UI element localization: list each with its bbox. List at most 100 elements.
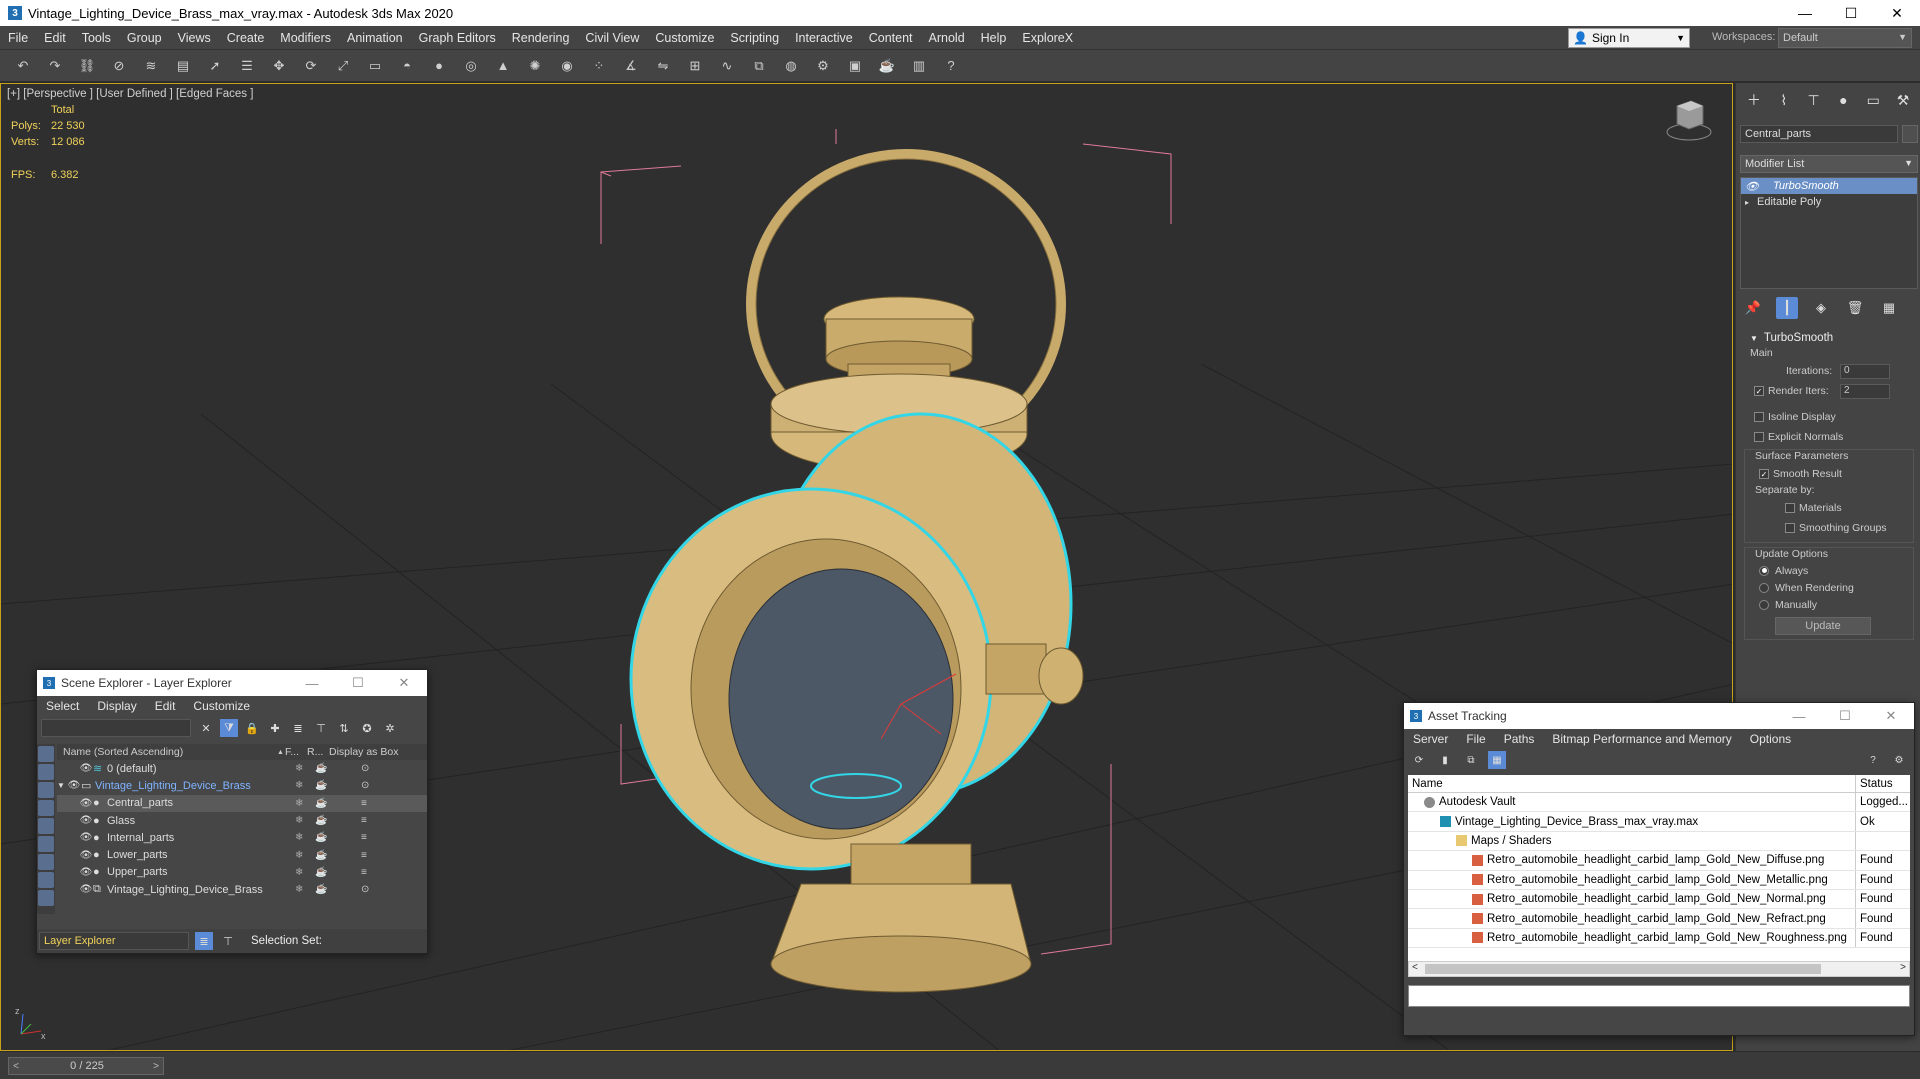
menu-customize[interactable]: Customize [647,31,722,45]
display-lights-icon[interactable] [38,800,54,816]
visibility-icon[interactable]: 👁 [79,798,93,809]
menu-options[interactable]: Options [1741,732,1800,746]
mirror-icon[interactable]: ⇋ [652,55,674,77]
box-display-icon[interactable]: ≡ [361,798,367,809]
menu-customize[interactable]: Customize [184,699,259,713]
object-row[interactable]: 👁 ● Upper_parts ❄ ☕ ≡ [57,864,427,881]
pin-stack-icon[interactable]: 📌 [1742,297,1764,319]
hierarchy-mode-icon[interactable]: ⊤ [219,932,237,950]
link-icon[interactable]: ⛓ [76,55,98,77]
modifier-list-dropdown[interactable]: Modifier List ▼ [1740,155,1918,173]
select-rotate-icon[interactable]: ⟳ [300,55,322,77]
material-icon[interactable]: ◉ [556,55,578,77]
sign-in-dropdown[interactable]: 👤 Sign In ▼ [1568,28,1690,48]
materials-checkbox[interactable] [1785,503,1795,513]
object-row[interactable]: 👁 ⧉ Vintage_Lighting_Device_Brass ❄ ☕ ⊙ [57,881,427,898]
column-freeze[interactable]: F... [285,746,307,758]
configure-sets-icon[interactable]: ▦ [1878,297,1900,319]
menu-content[interactable]: Content [861,31,921,45]
box-display-icon[interactable]: ≡ [361,850,367,861]
curve-editor-icon[interactable]: ∿ [716,55,738,77]
asset-row[interactable]: Autodesk Vault Logged... [1408,793,1910,813]
menu-graph-editors[interactable]: Graph Editors [411,31,504,45]
search-input[interactable] [41,719,191,737]
close-button[interactable]: ✕ [1868,703,1914,729]
display-spacewarps-icon[interactable] [38,854,54,870]
table-view-icon[interactable]: ▦ [1488,751,1506,769]
bind-space-warp-icon[interactable]: ≋ [140,55,162,77]
visibility-icon[interactable]: 👁 [79,884,93,895]
menu-edit[interactable]: Edit [36,31,74,45]
box-display-icon[interactable]: ≡ [361,832,367,843]
freeze-icon[interactable]: ❄ [295,780,303,791]
manually-radio[interactable] [1759,599,1769,610]
asset-row[interactable]: Retro_automobile_headlight_carbid_lamp_G… [1408,870,1910,890]
redo-icon[interactable]: ↷ [44,55,66,77]
modify-tab-icon[interactable]: ⌇ [1772,89,1796,111]
freeze-icon[interactable]: ❄ [295,884,303,895]
expand-icon[interactable]: ▸ [1745,198,1749,207]
filter-icon[interactable]: ⧩ [220,719,238,737]
torus-icon[interactable]: ◎ [460,55,482,77]
asset-tracking-icon[interactable]: ▥ [908,55,930,77]
display-all-icon[interactable] [38,746,54,762]
time-slider[interactable]: < 0 / 225 > [8,1057,164,1075]
object-color-swatch[interactable] [1902,125,1918,143]
when-rendering-radio[interactable] [1759,582,1769,593]
render-icon[interactable]: ☕ [315,884,327,895]
path-field[interactable] [1408,985,1910,1007]
menu-modifiers[interactable]: Modifiers [272,31,339,45]
refresh-icon[interactable]: ⟳ [1410,751,1428,769]
render-frame-icon[interactable]: ▣ [844,55,866,77]
menu-tools[interactable]: Tools [74,31,119,45]
asset-row[interactable]: Retro_automobile_headlight_carbid_lamp_G… [1408,928,1910,949]
checkout-icon[interactable]: ▮ [1436,751,1454,769]
sphere-icon[interactable]: ◓ [396,55,418,77]
render-icon[interactable]: ☕ [315,832,327,843]
stack-item-editable-poly[interactable]: ▸ Editable Poly [1741,194,1917,210]
freeze-icon[interactable]: ❄ [295,850,303,861]
explorer-mode-select[interactable]: Layer Explorer [39,932,189,950]
layer-row[interactable]: 👁 ≋ 0 (default) ❄ ☕ ⊙ [57,760,427,777]
display-geometry-icon[interactable] [38,764,54,780]
collapse-icon[interactable]: ▼ [57,781,67,790]
menu-interactive[interactable]: Interactive [787,31,861,45]
display-xrefs-icon[interactable] [38,890,54,906]
horizontal-scrollbar[interactable]: < > [1408,961,1910,977]
freeze-icon[interactable]: ❄ [295,798,303,809]
iterations-spinner[interactable]: 0 [1840,363,1890,379]
angle-snap-icon[interactable]: ∡ [620,55,642,77]
freeze-icon[interactable]: ❄ [295,815,303,826]
box-display-icon[interactable]: ⊙ [361,780,369,791]
select-move-icon[interactable]: ✥ [268,55,290,77]
render-icon[interactable]: ☕ [315,780,327,791]
maximize-button[interactable]: ☐ [1828,0,1874,26]
render-icon[interactable]: ☕ [315,867,327,878]
motion-tab-icon[interactable]: ● [1831,89,1855,111]
visibility-icon[interactable]: 👁 [67,780,81,791]
menu-paths[interactable]: Paths [1495,732,1544,746]
menu-file[interactable]: File [1457,732,1494,746]
remove-modifier-icon[interactable]: 🗑 [1844,297,1866,319]
utilities-tab-icon[interactable]: ⚒ [1891,89,1915,111]
previous-frame-button[interactable]: < [9,1058,23,1074]
menu-civil-view[interactable]: Civil View [577,31,647,45]
display-helpers-icon[interactable] [38,836,54,852]
freeze-icon[interactable]: ❄ [295,867,303,878]
box-display-icon[interactable]: ≡ [361,815,367,826]
next-frame-button[interactable]: > [149,1058,163,1074]
menu-server[interactable]: Server [1404,732,1457,746]
object-row[interactable]: 👁 ● Central_parts ❄ ☕ ≡ [57,794,427,812]
scrollbar-thumb[interactable] [1425,964,1821,974]
maximize-button[interactable]: ☐ [1822,703,1868,729]
object-row[interactable]: 👁 ● Internal_parts ❄ ☕ ≡ [57,829,427,846]
scroll-left-icon[interactable]: < [1412,962,1418,973]
render-icon[interactable]: ☕ [315,763,327,774]
layers-icon[interactable]: ≣ [289,719,307,737]
light-icon[interactable]: ✺ [524,55,546,77]
hierarchy-tab-icon[interactable]: ⊤ [1802,89,1826,111]
make-unique-icon[interactable]: ◈ [1810,297,1832,319]
smooth-result-checkbox[interactable]: ✓ [1759,469,1769,479]
render-icon[interactable]: ☕ [876,55,898,77]
add-layer-icon[interactable]: ✚ [266,719,284,737]
